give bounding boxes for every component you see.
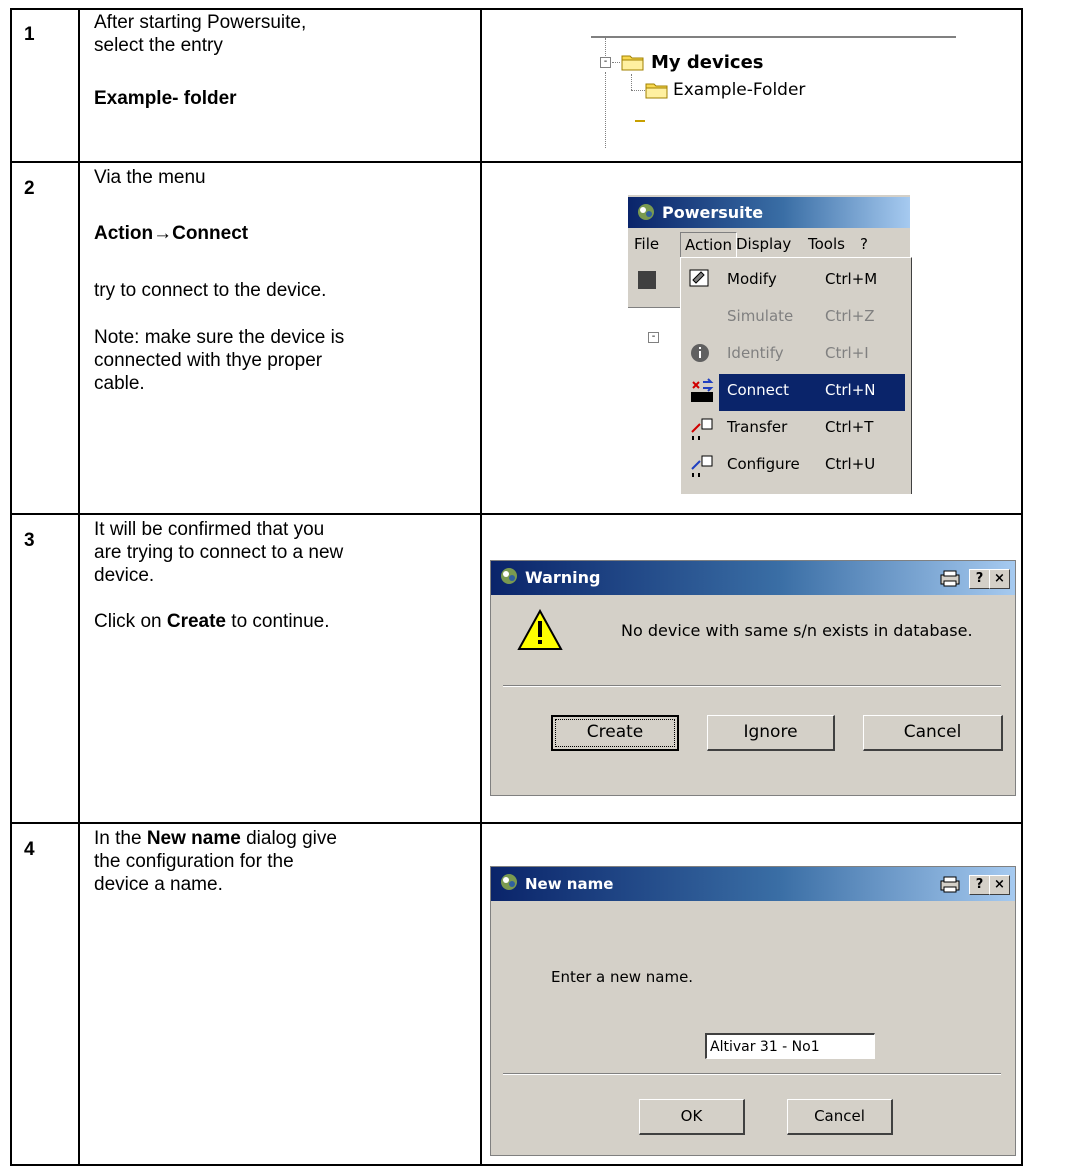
menu-item-label: Simulate <box>727 307 794 325</box>
menu-item-shortcut: Ctrl+T <box>825 418 874 436</box>
action-dropdown: Modify Ctrl+M Simulate Ctrl+Z Identify C… <box>680 257 912 494</box>
app-icon <box>501 568 517 584</box>
menu-display[interactable]: Display <box>736 235 791 253</box>
app-icon <box>501 874 517 890</box>
menu-item-identify[interactable]: Identify Ctrl+I <box>685 338 907 374</box>
print-icon[interactable] <box>939 570 961 588</box>
step-line: It will be confirmed that you <box>94 519 325 540</box>
name-input[interactable] <box>705 1033 875 1059</box>
dialog-separator <box>503 685 1001 687</box>
print-icon[interactable] <box>939 876 961 894</box>
window-title: Powersuite <box>662 203 764 222</box>
step-number: 4 <box>24 839 35 860</box>
warning-icon <box>517 609 563 650</box>
step-note: Note: make sure the device is <box>94 327 345 348</box>
step-line: Via the menu <box>94 167 206 188</box>
configure-icon <box>691 455 713 477</box>
menu-item-shortcut: Ctrl+I <box>825 344 869 362</box>
step-note: connected with thye proper <box>94 350 323 371</box>
dialog-separator <box>503 1073 1001 1075</box>
folder-icon <box>645 80 669 105</box>
transfer-icon <box>691 418 713 440</box>
menu-item-connect[interactable]: Connect Ctrl+N <box>719 374 905 411</box>
toolbar-icon[interactable] <box>638 271 656 289</box>
step-line: try to connect to the device. <box>94 280 327 301</box>
menu-help[interactable]: ? <box>860 235 868 253</box>
dialog-titlebar: New name <box>491 867 1015 901</box>
step-number: 2 <box>24 178 35 199</box>
menu-item-modify[interactable]: Modify Ctrl+M <box>685 264 907 300</box>
step-number: 3 <box>24 530 35 551</box>
ignore-button[interactable]: Ignore <box>707 715 835 751</box>
cancel-button[interactable]: Cancel <box>863 715 1003 751</box>
menubar: File Action Display Tools ? <box>628 230 910 260</box>
info-icon <box>691 344 709 362</box>
tree-child-label[interactable]: Example-Folder <box>673 80 805 100</box>
step-text: In the New name dialog give the configur… <box>94 827 474 896</box>
help-button[interactable]: ? <box>969 875 990 895</box>
folder-icon <box>621 52 645 77</box>
create-button[interactable]: Create <box>551 715 679 751</box>
step-line: device. <box>94 565 155 586</box>
step-number: 1 <box>24 24 35 45</box>
menu-item-label: Transfer <box>727 418 788 436</box>
menu-file[interactable]: File <box>634 235 659 253</box>
step-line: are trying to connect to a new <box>94 542 344 563</box>
menu-item-shortcut: Ctrl+M <box>825 270 878 288</box>
connect-icon <box>691 378 714 402</box>
step-text: Via the menu Action→Connect try to conne… <box>94 166 474 395</box>
prompt-label: Enter a new name. <box>551 968 694 986</box>
step-line: In the New name dialog give <box>94 828 337 849</box>
tree-root-label[interactable]: My devices <box>651 52 764 73</box>
menu-item-shortcut: Ctrl+U <box>825 455 876 473</box>
menu-item-label: Modify <box>727 270 777 288</box>
powersuite-window: Powersuite File Action Display Tools ? -… <box>628 195 912 494</box>
step-line: select the entry <box>94 35 223 56</box>
app-icon <box>638 204 654 220</box>
menu-action[interactable]: Action <box>680 232 737 257</box>
ok-button[interactable]: OK <box>639 1099 745 1135</box>
collapse-icon[interactable]: - <box>648 332 659 343</box>
dialog-titlebar: Warning <box>491 561 1015 595</box>
step-emphasis: Action→Connect <box>94 223 249 244</box>
menu-item-label: Identify <box>727 344 784 362</box>
warning-message: No device with same s/n exists in databa… <box>621 621 973 640</box>
new-name-dialog: New name ? × Enter a new name. OK Cancel <box>490 866 1016 1156</box>
menu-item-shortcut: Ctrl+Z <box>825 307 875 325</box>
tree-view: - My devices Example-Folder <box>591 36 956 152</box>
step-text: After starting Powersuite, select the en… <box>94 11 474 110</box>
close-button[interactable]: × <box>989 569 1010 589</box>
menu-item-configure[interactable]: Configure Ctrl+U <box>685 449 907 485</box>
window-titlebar: Powersuite <box>628 197 910 228</box>
menu-item-label: Configure <box>727 455 800 473</box>
step-note: cable. <box>94 373 145 394</box>
dialog-title: New name <box>525 875 614 893</box>
step-line: the configuration for the <box>94 851 294 872</box>
collapse-icon[interactable]: - <box>600 57 611 68</box>
menu-item-transfer[interactable]: Transfer Ctrl+T <box>685 412 907 448</box>
dialog-title: Warning <box>525 568 601 587</box>
step-text: It will be confirmed that you are trying… <box>94 518 474 633</box>
modify-icon <box>689 269 709 287</box>
cancel-button[interactable]: Cancel <box>787 1099 893 1135</box>
step-line: After starting Powersuite, <box>94 12 307 33</box>
menu-item-simulate[interactable]: Simulate Ctrl+Z <box>685 301 907 337</box>
step-line: device a name. <box>94 874 223 895</box>
step-emphasis: Example- folder <box>94 88 237 109</box>
menu-item-label: Connect <box>727 381 790 399</box>
help-button[interactable]: ? <box>969 569 990 589</box>
step-instruction: Click on Create to continue. <box>94 611 330 632</box>
menu-tools[interactable]: Tools <box>808 235 845 253</box>
warning-dialog: Warning ? × No device with same s/n exis… <box>490 560 1016 796</box>
menu-item-shortcut: Ctrl+N <box>825 381 876 399</box>
close-button[interactable]: × <box>989 875 1010 895</box>
